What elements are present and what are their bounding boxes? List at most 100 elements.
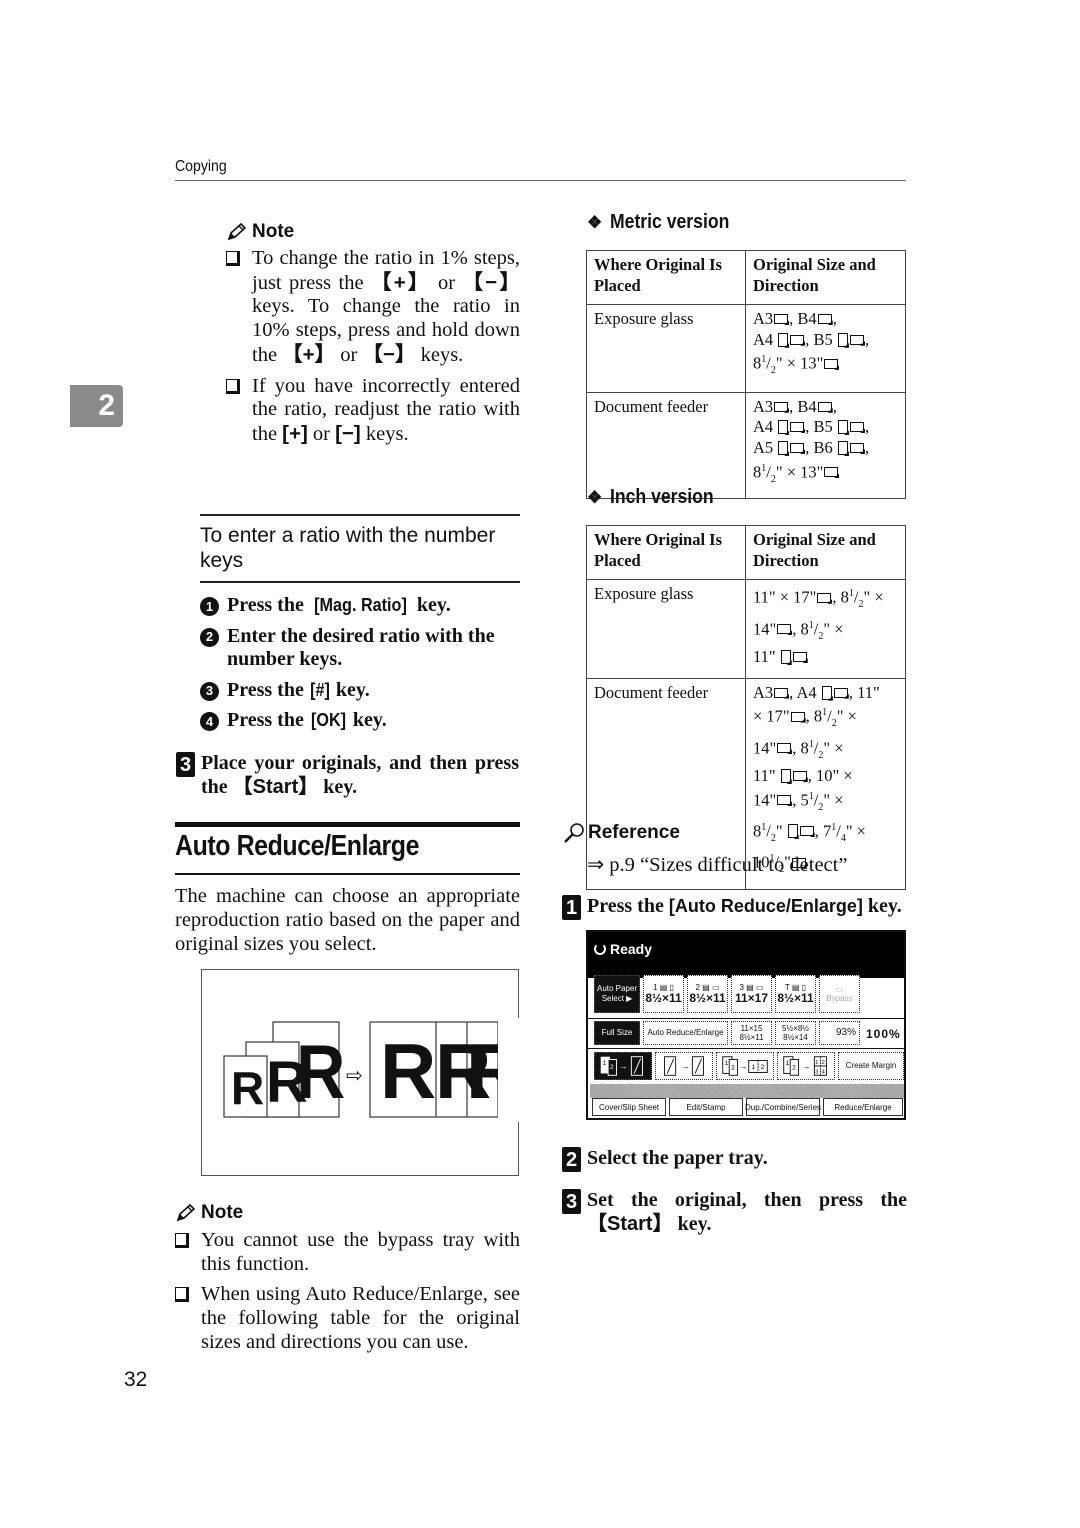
- svg-text:2: 2: [822, 1060, 825, 1066]
- svg-text:1: 1: [603, 1060, 607, 1067]
- section-title: Auto Reduce/Enlarge: [175, 830, 420, 862]
- preset-ratio-button-2[interactable]: 5½×8½ 8½×14: [775, 1021, 816, 1045]
- combine-2-icon: 12 → 1 2: [722, 1056, 768, 1076]
- start-key: 【Start】: [232, 776, 319, 798]
- plus-key: [+]: [282, 421, 308, 445]
- size-cell: A3, B4, A4 , B5 , A5 , B6 , 81/2" × 13": [745, 391, 906, 499]
- step-place-originals: 3 Place your originals, and then press t…: [176, 751, 519, 799]
- tab-dup-combine-series[interactable]: Dup./Combine/Series: [745, 1098, 821, 1116]
- header-rule: [175, 180, 906, 181]
- create-margin-button[interactable]: Create Margin: [838, 1052, 904, 1080]
- checkbox-bullet-icon: [226, 251, 240, 266]
- magnifier-icon: [564, 823, 584, 843]
- running-head: Copying: [175, 158, 227, 175]
- auto-reduce-enlarge-key: [Auto Reduce/Enlarge]: [668, 896, 863, 916]
- two-to-two-sided-button[interactable]: →: [655, 1052, 713, 1080]
- note-title: Note: [252, 221, 295, 242]
- placement-cell: Exposure glass: [586, 579, 746, 679]
- svg-text:1: 1: [752, 1064, 756, 1071]
- letter-copy-1: R: [380, 1027, 436, 1115]
- paper-tray-1-button[interactable]: 1 ▤ ▯ 8½×11: [643, 975, 684, 1013]
- subsection-rule-top: [200, 514, 520, 516]
- combine-four-button[interactable]: 1 2 → 1 2 3 4: [777, 1052, 835, 1080]
- reduce-enlarge-illustration: R R R ⇨ R R R: [201, 969, 522, 1176]
- svg-text:2: 2: [761, 1064, 765, 1071]
- start-key: 【Start】: [587, 1213, 673, 1235]
- combine-two-button[interactable]: 1 2 → 1 2: [716, 1052, 774, 1080]
- status-text: Ready: [610, 941, 653, 957]
- note-item: When using Auto Reduce/Enlarge, see the …: [175, 1283, 520, 1354]
- step-number-badge: 1: [200, 597, 219, 616]
- duplex-2to2-icon: →: [664, 1056, 704, 1076]
- substep-list: 1 Press the [Mag. Ratio] key. 2 Enter th…: [200, 594, 520, 740]
- hash-key: [#]: [309, 679, 330, 700]
- table-row: Exposure glass 11" × 17", 81/2" × 14", 81…: [586, 579, 906, 679]
- large-capacity-tray-button[interactable]: T ▤ ▯ 8½×11: [775, 975, 816, 1013]
- svg-text:1: 1: [815, 1060, 818, 1066]
- section-body: The machine can choose an appropriate re…: [175, 885, 520, 955]
- note-heading: Note: [175, 1202, 243, 1224]
- duplex-1to2-icon: 12 →: [600, 1056, 643, 1076]
- subsection-title: To enter a ratio with the number keys: [200, 524, 496, 572]
- paper-tray-3-button[interactable]: 3 ▤ ▭ 11×17: [731, 975, 772, 1013]
- tab-cover-slip-sheet[interactable]: Cover/Slip Sheet: [592, 1098, 666, 1116]
- section-rule-top: [175, 822, 520, 827]
- step-number-badge: 3: [562, 1189, 581, 1214]
- size-cell: 11" × 17", 81/2" × 14", 81/2" × 11": [745, 579, 906, 679]
- pencil-icon: [176, 1203, 196, 1222]
- svg-text:→: →: [802, 1061, 810, 1071]
- table-row: Exposure glass A3, B4, A4 , B5 , 81/2" × 1…: [586, 304, 906, 393]
- svg-text:2: 2: [792, 1065, 796, 1072]
- auto-paper-select-button[interactable]: Auto Paper Select ▶: [594, 975, 640, 1013]
- placement-cell: Document feeder: [586, 391, 746, 499]
- panel-divider: [590, 1084, 904, 1098]
- table-row: Document feeder A3, B4, A4 , B5 , A5 , B6 …: [586, 391, 906, 499]
- current-ratio-readout: 100%: [866, 1027, 901, 1041]
- note-item: If you have incorrectly entered the rati…: [226, 375, 520, 447]
- status-bar: Ready: [588, 932, 904, 972]
- letter-medium: R: [266, 1050, 308, 1115]
- diamond-bullet-icon: ❖: [587, 487, 603, 507]
- note-title: Note: [201, 1202, 244, 1223]
- one-to-two-sided-button[interactable]: 1 2 →: [594, 1052, 652, 1080]
- table-header-row: Where Original Is Placed Original Size a…: [586, 249, 906, 306]
- pencil-icon: [227, 222, 247, 241]
- svg-text:→: →: [619, 1061, 627, 1071]
- subsection-rule-bottom: [200, 581, 520, 583]
- placement-cell: Exposure glass: [586, 304, 746, 393]
- full-size-button[interactable]: Full Size: [594, 1021, 640, 1045]
- substep: 3 Press the [#] key.: [200, 679, 520, 703]
- size-cell: A3, B4, A4 , B5 , 81/2" × 13": [745, 304, 906, 393]
- tab-edit-stamp[interactable]: Edit/Stamp: [669, 1098, 743, 1116]
- ok-key: [OK]: [310, 710, 346, 730]
- bypass-tray-button[interactable]: ▭ Bypass: [819, 975, 860, 1013]
- note-item: To change the ratio in 1% steps, just pr…: [226, 247, 520, 368]
- checkbox-bullet-icon: [175, 1233, 189, 1248]
- column-header: Original Size and Direction: [745, 524, 906, 581]
- minus-key: 【−】: [362, 342, 416, 366]
- table-header-row: Where Original Is Placed Original Size a…: [586, 524, 906, 581]
- letter-small: R: [231, 1062, 264, 1114]
- step-number-badge: 1: [562, 895, 581, 920]
- svg-text:2: 2: [610, 1064, 614, 1071]
- reference-link[interactable]: ⇒ p.9 “Sizes difficult to detect”: [587, 852, 847, 877]
- diamond-bullet-icon: ❖: [587, 212, 603, 232]
- checkbox-bullet-icon: [226, 378, 240, 394]
- step-select-tray: 2 Select the paper tray.: [562, 1146, 907, 1172]
- tab-reduce-enlarge[interactable]: Reduce/Enlarge: [823, 1098, 903, 1116]
- step-number-badge: 4: [200, 712, 219, 731]
- preset-ratio-93-button[interactable]: 93%: [819, 1021, 860, 1045]
- substep: 1 Press the [Mag. Ratio] key.: [200, 594, 520, 618]
- paper-tray-2-button[interactable]: 2 ▤ ▭ 8½×11: [687, 975, 728, 1013]
- substep: 2 Enter the desired ratio with the numbe…: [200, 625, 520, 672]
- svg-text:1: 1: [786, 1060, 790, 1067]
- column-header: Original Size and Direction: [745, 249, 906, 306]
- substep: 4 Press the [OK] key.: [200, 709, 520, 733]
- step-number-badge: 3: [200, 681, 219, 701]
- illustration-svg: R R R ⇨ R R R: [223, 1018, 522, 1122]
- preset-ratio-button-1[interactable]: 11×15 8½×11: [731, 1021, 772, 1045]
- note-item: You cannot use the bypass tray with this…: [175, 1229, 520, 1276]
- ready-spinner-icon: [594, 943, 606, 955]
- step-number-badge: 2: [200, 627, 219, 647]
- auto-reduce-enlarge-button[interactable]: Auto Reduce/Enlarge: [643, 1021, 728, 1045]
